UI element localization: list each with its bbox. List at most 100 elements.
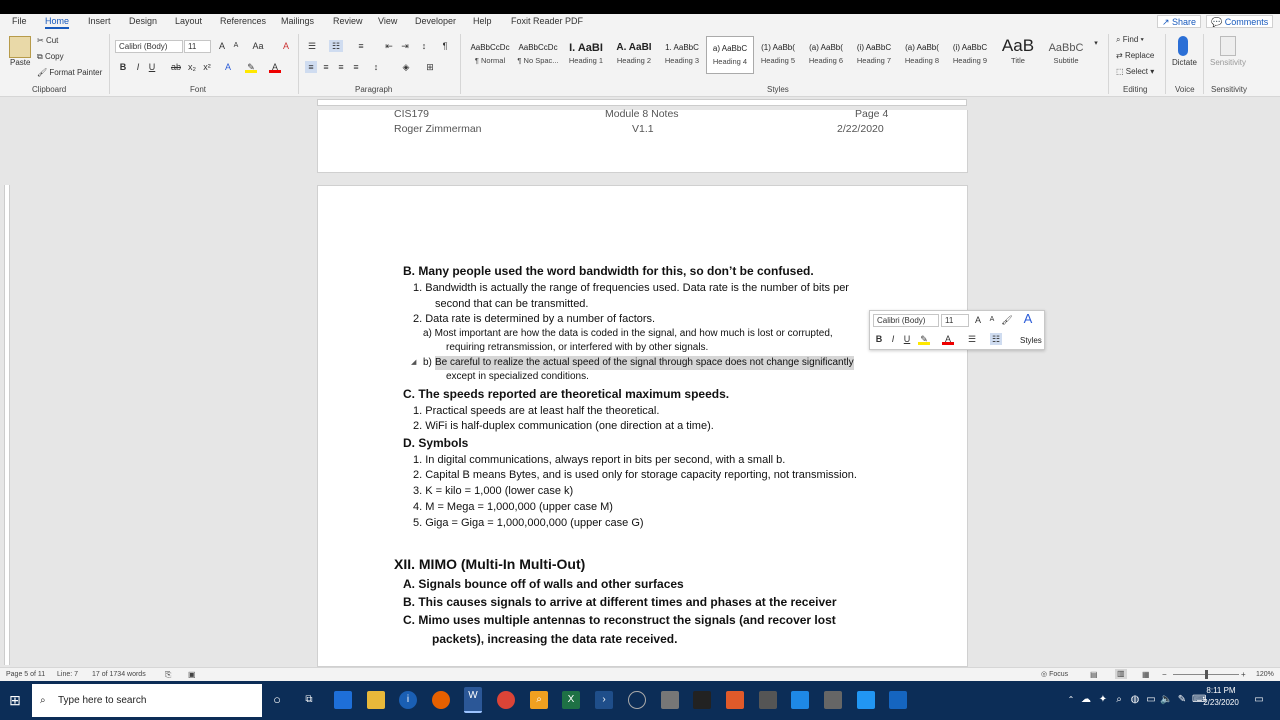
share-button[interactable]: ↗ Share — [1157, 15, 1202, 28]
highlight-icon[interactable]: ✎ — [245, 61, 257, 73]
web-layout-icon[interactable]: ▦ — [1142, 670, 1150, 680]
word-count[interactable]: 17 of 1734 words — [92, 670, 146, 680]
microphone-icon[interactable] — [1178, 36, 1188, 56]
read-mode-icon[interactable]: ▤ — [1090, 670, 1098, 680]
justify-icon[interactable]: ≡ — [350, 61, 362, 73]
volume-icon[interactable]: 🔈 — [1160, 691, 1172, 709]
zoom-level[interactable]: 120% — [1256, 670, 1274, 680]
superscript-button[interactable]: x² — [201, 61, 213, 73]
terminal-icon[interactable] — [693, 691, 711, 709]
word-icon[interactable]: W — [464, 687, 482, 713]
app-icon[interactable] — [824, 691, 842, 709]
style-normal[interactable]: AaBbCcDc ¶ Normal — [466, 36, 514, 74]
app-icon[interactable] — [889, 691, 907, 709]
style-no-spacing[interactable]: AaBbCcDc ¶ No Spac... — [514, 36, 562, 74]
italic-button[interactable]: I — [132, 61, 144, 73]
paste-button[interactable]: Paste — [10, 58, 30, 68]
replace-button[interactable]: ⇄ Replace — [1116, 51, 1154, 61]
paste-icon[interactable] — [9, 36, 31, 58]
style-heading-9[interactable]: (i) AaBbC Heading 9 — [946, 36, 994, 74]
tab-design[interactable]: Design — [129, 15, 157, 27]
subscript-button[interactable]: x₂ — [186, 61, 198, 73]
style-heading-7[interactable]: (i) AaBbC Heading 7 — [850, 36, 898, 74]
font-color-icon[interactable]: A — [942, 333, 954, 345]
firefox-icon[interactable] — [432, 691, 450, 709]
change-case-icon[interactable]: Aa — [250, 40, 266, 52]
taskbar-search[interactable]: ⌕ Type here to search — [32, 684, 262, 717]
style-heading-8[interactable]: (a) AaBb(Heading 8 — [898, 36, 946, 74]
circle-app-icon[interactable] — [628, 691, 646, 709]
notifications-icon[interactable]: ▭ — [1252, 691, 1266, 709]
numbering-icon[interactable]: ☷ — [990, 333, 1002, 345]
powershell-icon[interactable]: › — [595, 691, 613, 709]
text-effects-icon[interactable]: A — [222, 61, 234, 73]
cloud-icon[interactable]: ☁ — [1080, 691, 1092, 709]
store-icon[interactable] — [334, 691, 352, 709]
tab-foxit[interactable]: Foxit Reader PDF — [511, 15, 583, 27]
app-icon[interactable] — [791, 691, 809, 709]
focus-button[interactable]: ◎ Focus — [1041, 670, 1068, 680]
task-view-icon[interactable]: ⧉ — [300, 691, 318, 709]
chevron-up-icon[interactable]: ⌃ — [1066, 691, 1076, 709]
shading-icon[interactable]: ◈ — [400, 61, 412, 73]
page-count[interactable]: Page 5 of 11 — [6, 670, 45, 680]
style-heading-5[interactable]: (1) AaBb(Heading 5 — [754, 36, 802, 74]
mini-bold-button[interactable]: B — [873, 333, 885, 345]
styles-icon[interactable]: A — [1022, 312, 1034, 325]
tab-mailings[interactable]: Mailings — [281, 15, 314, 27]
multilevel-list-icon[interactable]: ≡ — [354, 40, 368, 52]
style-title[interactable]: AaB Title — [994, 36, 1042, 74]
style-heading-2[interactable]: A. AaBI Heading 2 — [610, 36, 658, 74]
dictate-button[interactable]: Dictate — [1172, 58, 1197, 68]
windows-start-icon[interactable]: ⊞ — [6, 691, 24, 709]
selected-text[interactable]: Be careful to realize the actual speed o… — [435, 356, 854, 370]
chrome-icon[interactable] — [497, 691, 515, 709]
media-app-icon[interactable] — [726, 691, 744, 709]
info-app-icon[interactable]: i — [399, 691, 417, 709]
tab-insert[interactable]: Insert — [88, 15, 111, 27]
font-color-button[interactable]: A — [269, 61, 281, 73]
excel-icon[interactable]: X — [562, 691, 580, 709]
line-spacing-icon[interactable]: ↕ — [370, 61, 382, 73]
copy-button[interactable]: ⧉ Copy — [37, 52, 64, 62]
zoom-slider-thumb[interactable] — [1205, 670, 1208, 679]
style-heading-6[interactable]: (a) AaBb(Heading 6 — [802, 36, 850, 74]
app-tray-icon[interactable]: ◍ — [1129, 691, 1141, 709]
file-explorer-icon[interactable] — [367, 691, 385, 709]
proofing-icon[interactable]: ⎘ — [165, 670, 171, 680]
zoom-in-icon[interactable]: + — [1241, 670, 1246, 680]
mini-styles-label[interactable]: Styles — [1020, 336, 1042, 346]
grow-font-icon[interactable]: A — [216, 40, 228, 52]
vertical-ruler[interactable] — [4, 185, 10, 665]
clear-format-icon[interactable]: A — [280, 40, 292, 52]
styles-more-icon[interactable]: ▾ — [1090, 38, 1102, 50]
font-name-combo[interactable]: Calibri (Body) — [115, 40, 183, 53]
print-layout-icon[interactable]: ▥ — [1115, 669, 1127, 679]
bullets-icon[interactable]: ☰ — [966, 333, 978, 345]
cortana-icon[interactable]: ○ — [268, 691, 286, 709]
app-icon[interactable] — [759, 691, 777, 709]
tab-file[interactable]: File — [12, 15, 27, 27]
bullets-icon[interactable]: ☰ — [305, 40, 319, 52]
align-center-icon[interactable]: ≡ — [320, 61, 332, 73]
align-left-icon[interactable]: ≡ — [305, 61, 317, 73]
mini-size-combo[interactable]: 11 — [941, 314, 969, 327]
decrease-indent-icon[interactable]: ⇤ — [383, 40, 395, 52]
pen-icon[interactable]: ✎ — [1176, 691, 1188, 709]
shrink-font-icon[interactable]: A — [230, 40, 242, 52]
mini-italic-button[interactable]: I — [887, 333, 899, 345]
tab-help[interactable]: Help — [473, 15, 492, 27]
tab-view[interactable]: View — [378, 15, 397, 27]
clock[interactable]: 8:11 PM 2/23/2020 — [1198, 685, 1244, 709]
show-marks-icon[interactable]: ¶ — [439, 40, 451, 52]
tab-review[interactable]: Review — [333, 15, 363, 27]
app-icon[interactable] — [661, 691, 679, 709]
style-subtitle[interactable]: AaBbC Subtitle — [1042, 36, 1090, 74]
cut-button[interactable]: ✂ Cut — [37, 36, 58, 46]
select-button[interactable]: ⬚ Select ▾ — [1116, 67, 1154, 77]
underline-button[interactable]: U — [146, 61, 158, 73]
mini-underline-button[interactable]: U — [901, 333, 913, 345]
shrink-font-icon[interactable]: A — [986, 314, 998, 326]
style-heading-3[interactable]: 1. AaBbC Heading 3 — [658, 36, 706, 74]
mini-font-combo[interactable]: Calibri (Body) — [873, 314, 939, 327]
